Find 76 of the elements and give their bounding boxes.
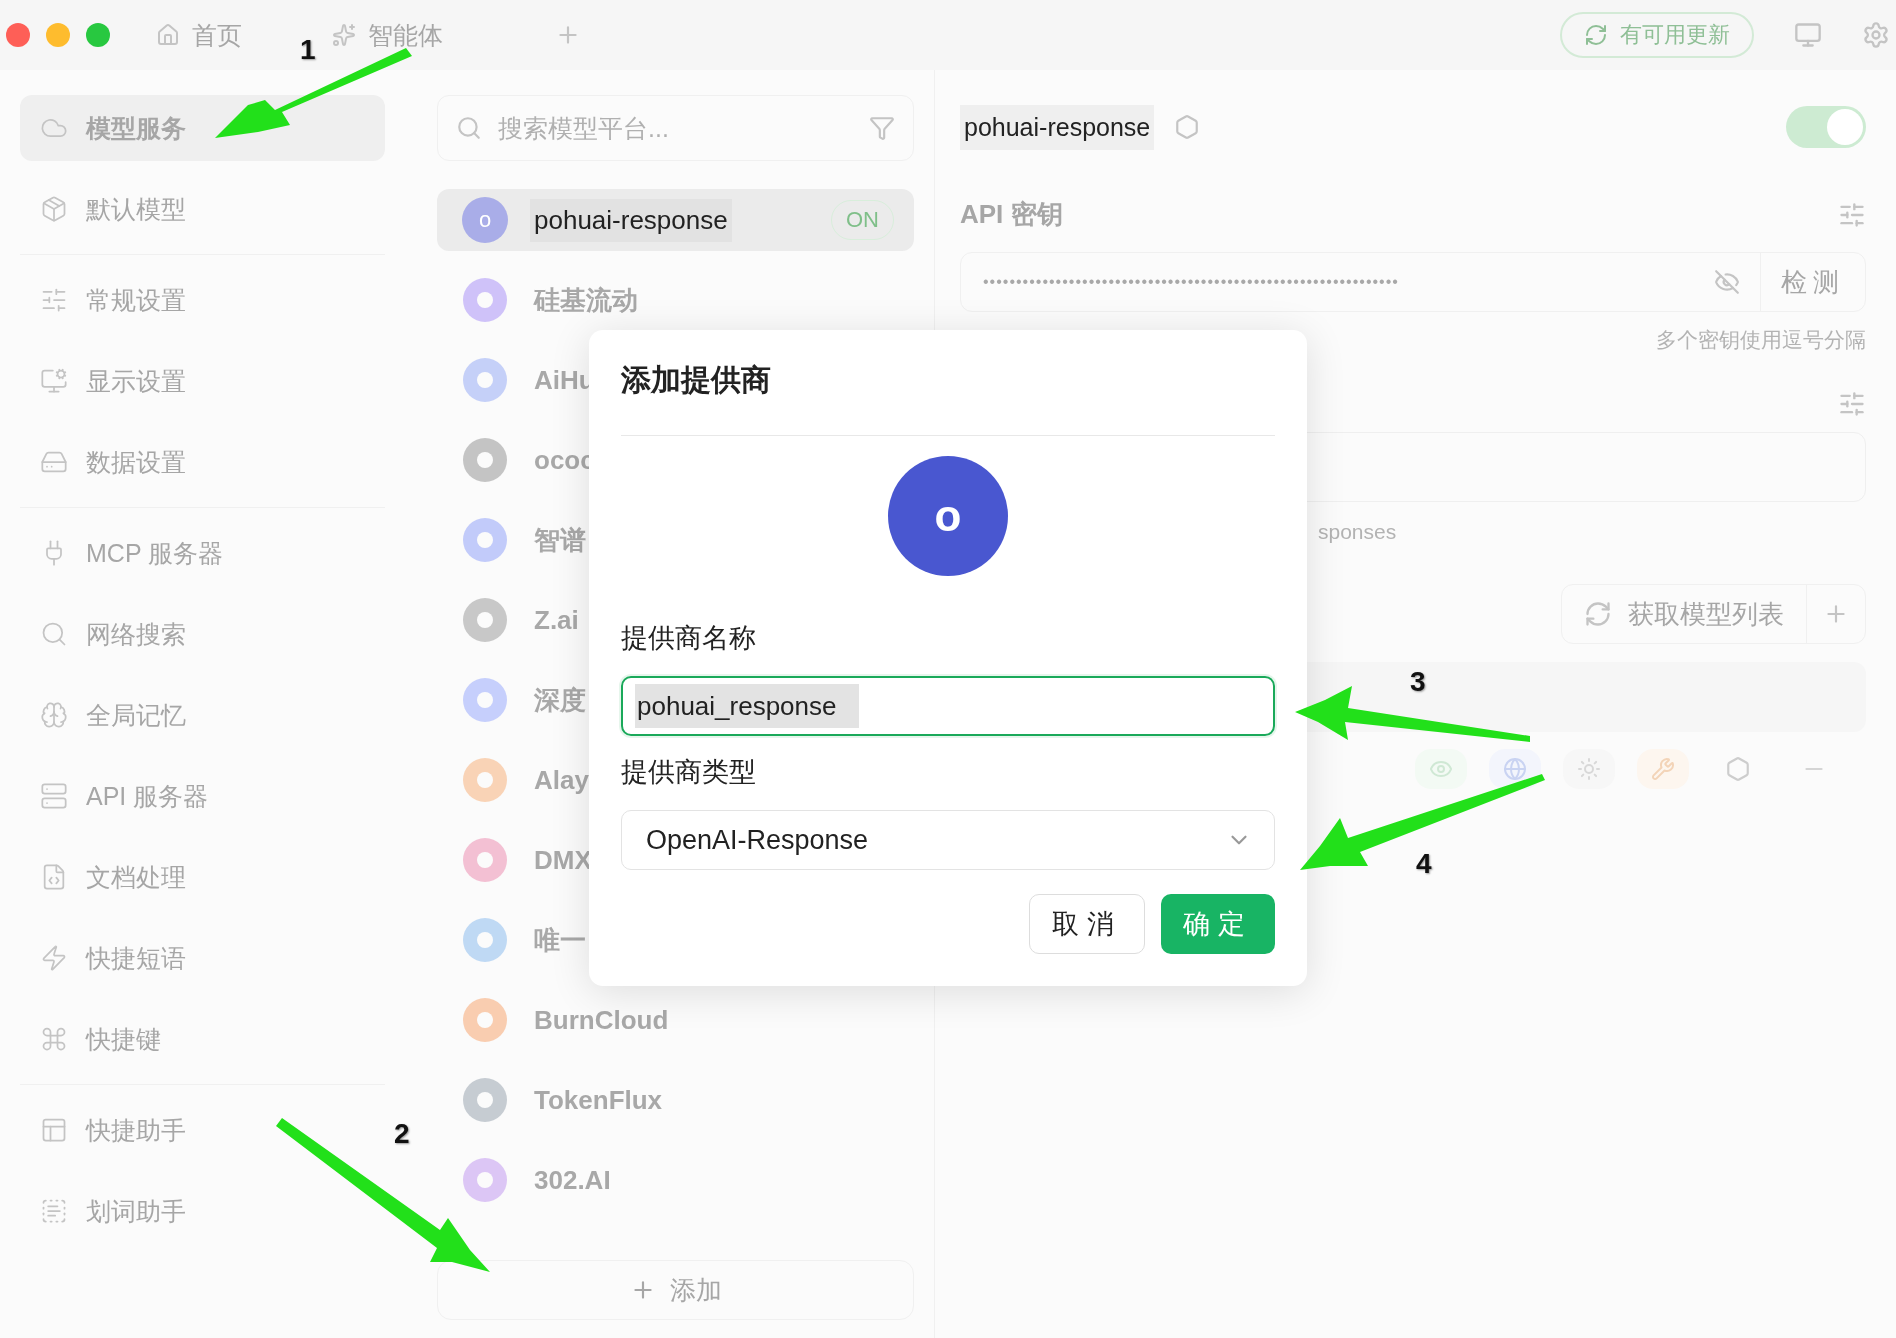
eye-icon	[1415, 749, 1467, 789]
provider-item[interactable]: 唯一	[437, 909, 590, 971]
provider-item[interactable]: 深度	[437, 669, 590, 731]
lightning-icon	[40, 944, 68, 972]
search-input[interactable]: 搜索模型平台...	[496, 112, 855, 144]
sliders-icon[interactable]	[1838, 200, 1866, 229]
window-icon	[40, 1116, 68, 1144]
sidebar-item[interactable]: 全局记忆	[20, 682, 385, 748]
search-icon	[40, 620, 68, 648]
hint-text: sponses	[1317, 520, 1398, 544]
section-title: API 密钥	[960, 198, 1063, 231]
update-button[interactable]: 有可用更新	[1560, 12, 1754, 58]
sparkle-icon	[332, 23, 356, 47]
provider-item[interactable]: 智谱	[437, 509, 590, 571]
provider-item[interactable]: 302.AI	[437, 1149, 615, 1211]
step-number: 3	[1410, 666, 1426, 698]
provider-type-select[interactable]: OpenAI-Response	[621, 810, 1275, 870]
sidebar-item[interactable]: 快捷助手	[20, 1097, 385, 1163]
provider-item[interactable]: TokenFlux	[437, 1069, 667, 1131]
search-icon	[456, 115, 482, 141]
provider-item[interactable]: Alay	[437, 749, 593, 811]
api-key-field[interactable]: ••••••••••••••••••••••••••••••••••••••••••••••••••••••••••••••• 检测	[960, 252, 1866, 312]
provider-item[interactable]: 硅基流动	[437, 269, 642, 331]
cube-icon	[40, 195, 68, 223]
sun-icon	[1563, 749, 1615, 789]
sidebar-item[interactable]: 文档处理	[20, 844, 385, 910]
sidebar-item[interactable]: 数据设置	[20, 429, 385, 495]
minimize-window-button[interactable]	[46, 23, 70, 47]
confirm-button[interactable]: 确定	[1161, 894, 1275, 954]
sidebar-item[interactable]: 网络搜索	[20, 601, 385, 667]
monitor-icon[interactable]	[1794, 21, 1822, 49]
maximize-window-button[interactable]	[86, 23, 110, 47]
close-window-button[interactable]	[6, 23, 30, 47]
provider-item[interactable]: BurnCloud	[437, 989, 673, 1051]
brain-icon	[40, 701, 68, 729]
dialog-title: 添加提供商	[621, 360, 1275, 436]
filter-icon[interactable]	[869, 115, 895, 141]
sidebar-item[interactable]: 快捷键	[20, 1006, 385, 1072]
step-number: 1	[300, 34, 316, 66]
hint-text: 多个密钥使用逗号分隔	[1655, 327, 1866, 353]
provider-avatar[interactable]: o	[888, 456, 1008, 576]
step-number: 4	[1416, 848, 1432, 880]
provider-avatar: o	[462, 197, 508, 243]
field-label: 提供商类型	[621, 756, 757, 789]
check-button[interactable]: 检测	[1760, 253, 1865, 311]
provider-title: pohuai-response	[960, 104, 1155, 150]
refresh-icon	[1584, 600, 1612, 628]
field-label: 提供商名称	[621, 622, 757, 655]
provider-item[interactable]: Z.ai	[437, 589, 583, 651]
command-icon	[40, 1025, 68, 1053]
monitor-icon	[40, 367, 68, 395]
sidebar-item[interactable]: 模型服务	[20, 95, 385, 161]
sliders-icon	[40, 286, 68, 314]
refresh-icon	[1584, 23, 1608, 47]
wrench-icon	[1637, 749, 1689, 789]
sidebar-item[interactable]: 显示设置	[20, 348, 385, 414]
sidebar-item[interactable]: 快捷短语	[20, 925, 385, 991]
sidebar-item[interactable]: 默认模型	[20, 176, 385, 242]
cancel-button[interactable]: 取消	[1029, 894, 1145, 954]
search-field[interactable]: 搜索模型平台...	[437, 95, 914, 161]
app-tab[interactable]: 首页	[156, 18, 242, 52]
home-icon	[156, 23, 180, 47]
enable-switch[interactable]	[1786, 106, 1866, 148]
text-select-icon	[40, 1197, 68, 1225]
sidebar-item[interactable]: 划词助手	[20, 1178, 385, 1244]
provider-item[interactable]: o pohuai-response ON	[437, 189, 914, 251]
sidebar-item[interactable]: API 服务器	[20, 763, 385, 829]
server-icon	[40, 782, 68, 810]
app-tab[interactable]: 智能体	[332, 18, 443, 52]
provider-item[interactable]: DMX	[437, 829, 596, 891]
sliders-icon[interactable]	[1838, 390, 1866, 418]
sidebar-item[interactable]: 常规设置	[20, 267, 385, 333]
hide-icon[interactable]	[1714, 269, 1740, 295]
sidebar-item[interactable]: MCP 服务器	[20, 520, 385, 586]
step-number: 2	[394, 1118, 410, 1150]
provider-name-field[interactable]: pohuai_response	[621, 676, 1275, 736]
